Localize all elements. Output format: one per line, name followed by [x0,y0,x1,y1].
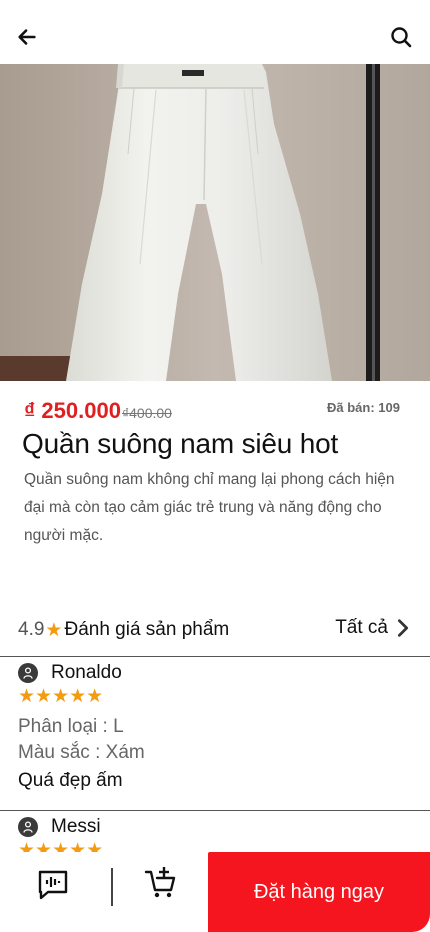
divider [0,810,430,811]
see-all-label: Tất cả [335,617,388,638]
star-icon: ★ [45,619,63,641]
search-icon [391,27,412,48]
sold-value: 109 [378,400,400,415]
avatar [18,817,38,837]
divider [0,656,430,657]
add-to-cart-icon [144,867,176,898]
bar-separator [111,868,113,906]
product-description: Quần suông nam không chỉ mang lại phong … [24,471,395,544]
search-button[interactable] [388,24,414,50]
sold-count: Đã bán: 109 [327,400,400,415]
chevron-right-icon [397,619,409,637]
reviewer: Messi [18,816,418,838]
review-stars: ★★★★★ [18,686,104,707]
product-image [0,64,430,381]
reviewer-name: Messi [51,816,101,837]
original-price: ₫400.00 [121,405,172,421]
back-button[interactable] [14,24,40,50]
chat-icon [38,870,68,900]
user-icon [23,821,33,833]
review-variant-type: Phân loại : L [18,716,124,737]
arrow-left-icon [18,29,36,45]
review-comment: Quá đẹp ấm [18,770,123,791]
review-item: Ronaldo ★★★★★ Phân loại : L Màu sắc : Xá… [18,662,418,794]
avatar [18,663,38,683]
order-now-button[interactable]: Đặt hàng ngay [208,852,430,932]
bottom-action-bar: Đặt hàng ngay [0,852,430,932]
reviewer-name: Ronaldo [51,662,122,683]
reviewer: Ronaldo [18,662,418,684]
current-price: ₫ 250.000 [24,398,121,423]
add-to-cart-button[interactable] [144,866,178,900]
user-icon [23,667,33,679]
review-variant-color: Màu sắc : Xám [18,742,145,763]
rating-title: Đánh giá sản phẩm [64,619,230,640]
price-row: ₫ 250.000 ₫400.00 [24,398,172,424]
product-title: Quần suông nam siêu hot [22,428,339,459]
see-all-reviews-link[interactable]: Tất cả [335,617,414,639]
rating-score: 4.9 [18,619,45,640]
rating-header: 4.9 ★ Đánh giá sản phẩm Tất cả [18,617,414,643]
top-bar [0,0,430,64]
chat-button[interactable] [36,868,70,902]
sold-label: Đã bán: [327,400,375,415]
